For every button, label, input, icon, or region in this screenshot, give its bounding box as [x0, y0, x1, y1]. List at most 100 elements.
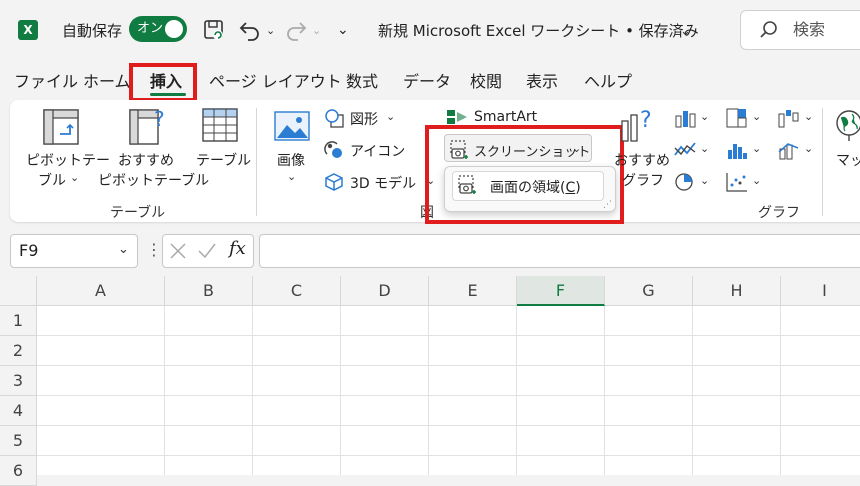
- grid-line: [692, 306, 693, 475]
- image-dropdown-icon[interactable]: ⌄: [287, 170, 296, 183]
- column-header[interactable]: A: [37, 276, 165, 306]
- maps-globe-icon: [834, 108, 860, 142]
- line-chart-icon[interactable]: [674, 140, 696, 160]
- maps-button[interactable]: マッ: [836, 150, 860, 170]
- tab-home[interactable]: ホーム: [83, 68, 131, 92]
- tab-file[interactable]: ファイル: [14, 68, 78, 92]
- hierarchy-chart-dropdown-icon[interactable]: ⌄: [752, 110, 761, 123]
- table-button[interactable]: テーブル: [196, 150, 251, 170]
- scatter-chart-icon[interactable]: [726, 172, 748, 192]
- document-title[interactable]: 新規 Microsoft Excel ワークシート • 保存済み: [378, 20, 699, 41]
- waterfall-chart-icon[interactable]: [778, 108, 800, 128]
- redo-dropdown-icon[interactable]: ⌄: [312, 24, 321, 37]
- enter-check-icon[interactable]: [197, 242, 217, 260]
- row-header[interactable]: 1: [0, 306, 37, 336]
- undo-icon[interactable]: [238, 18, 262, 42]
- shapes-dropdown-icon[interactable]: ⌄: [386, 110, 395, 123]
- tab-formulas[interactable]: 数式: [346, 68, 378, 92]
- column-header-selected[interactable]: F: [517, 276, 605, 306]
- cancel-icon[interactable]: [169, 242, 187, 260]
- grid-line: [37, 395, 860, 396]
- autosave-toggle[interactable]: オン: [129, 16, 187, 42]
- group-separator: [256, 108, 257, 216]
- pivot-dropdown-icon[interactable]: ⌄: [70, 171, 79, 184]
- svg-text:?: ?: [640, 108, 652, 133]
- grid-line: [780, 306, 781, 475]
- column-header[interactable]: B: [165, 276, 253, 306]
- grid-line: [37, 425, 860, 426]
- grid-line: [428, 306, 429, 475]
- smartart-button[interactable]: SmartArt: [474, 109, 537, 125]
- more-options-icon[interactable]: ⋮: [146, 240, 162, 259]
- column-header[interactable]: H: [693, 276, 781, 306]
- smartart-icon: [446, 108, 468, 126]
- recommended-chart-icon: ?: [620, 107, 660, 143]
- scatter-chart-dropdown-icon[interactable]: ⌄: [752, 174, 761, 187]
- column-header[interactable]: E: [429, 276, 517, 306]
- combo-chart-icon[interactable]: [778, 140, 800, 160]
- shapes-button[interactable]: 図形: [350, 109, 378, 129]
- grid-line: [37, 455, 860, 456]
- column-header[interactable]: G: [605, 276, 693, 306]
- title-bar: X 自動保存 オン ⌄ ⌄ ⌄ 新規 Microsoft Excel ワークシー…: [0, 0, 860, 60]
- group-label-charts: グラフ: [758, 205, 800, 221]
- row-header[interactable]: 2: [0, 336, 37, 366]
- recommended-pivot-line1[interactable]: おすすめ: [118, 150, 174, 170]
- icons-button[interactable]: アイコン: [350, 141, 405, 161]
- select-all-corner[interactable]: [0, 276, 37, 306]
- row-header[interactable]: 5: [0, 426, 37, 456]
- image-button[interactable]: 画像: [277, 150, 305, 170]
- statistic-chart-icon[interactable]: [726, 140, 748, 160]
- grid-line: [516, 306, 517, 475]
- column-header[interactable]: I: [781, 276, 860, 306]
- grid-line: [37, 365, 860, 366]
- 3d-model-button[interactable]: 3D モデル: [350, 173, 416, 193]
- grid-line: [37, 335, 860, 336]
- icons-icon: [324, 140, 344, 160]
- pie-chart-dropdown-icon[interactable]: ⌄: [700, 174, 709, 187]
- column-header[interactable]: D: [341, 276, 429, 306]
- recommended-pivot-line2[interactable]: ピボットテーブル: [98, 170, 209, 190]
- tab-review[interactable]: 校閲: [470, 68, 502, 92]
- save-icon[interactable]: [202, 18, 226, 42]
- redo-icon[interactable]: [284, 18, 308, 42]
- column-header[interactable]: C: [253, 276, 341, 306]
- tab-page-layout[interactable]: ページ レイアウト: [209, 68, 342, 92]
- column-chart-icon[interactable]: [674, 108, 696, 128]
- pie-chart-icon[interactable]: [674, 172, 696, 192]
- row-header[interactable]: 4: [0, 396, 37, 426]
- pivot-table-button-line2[interactable]: ブル: [38, 170, 66, 190]
- grid-line: [604, 306, 605, 475]
- title-chevron-down-icon[interactable]: ⌄: [680, 24, 691, 39]
- name-box-chevron-down-icon[interactable]: ⌄: [118, 242, 129, 257]
- row-header[interactable]: 6: [0, 456, 37, 486]
- customize-qat-icon[interactable]: ⌄: [337, 22, 349, 38]
- grid-line: [164, 306, 165, 475]
- tab-help[interactable]: ヘルプ: [584, 68, 632, 92]
- worksheet-grid: A B C D E F G H I 1 2 3 4 5 6: [0, 276, 860, 486]
- line-chart-dropdown-icon[interactable]: ⌄: [700, 142, 709, 155]
- column-chart-dropdown-icon[interactable]: ⌄: [700, 110, 709, 123]
- highlight-screenshot: [425, 125, 624, 224]
- tab-data[interactable]: データ: [403, 68, 451, 92]
- recommended-pivot-icon: ?: [128, 108, 168, 146]
- row-header[interactable]: 3: [0, 366, 37, 396]
- autosave-toggle-label: オン: [137, 21, 164, 36]
- toggle-knob: [165, 20, 183, 38]
- waterfall-chart-dropdown-icon[interactable]: ⌄: [804, 110, 813, 123]
- statistic-chart-dropdown-icon[interactable]: ⌄: [752, 142, 761, 155]
- table-icon: [202, 108, 238, 142]
- insert-function-icon[interactable]: fx: [229, 238, 246, 259]
- undo-dropdown-icon[interactable]: ⌄: [266, 24, 275, 37]
- shapes-icon: [324, 108, 344, 128]
- 3d-model-icon: [324, 172, 344, 192]
- pivot-table-icon: [42, 108, 80, 146]
- hierarchy-chart-icon[interactable]: [726, 108, 748, 128]
- combo-chart-dropdown-icon[interactable]: ⌄: [804, 142, 813, 155]
- recommended-chart-line2[interactable]: グラフ: [622, 170, 664, 190]
- formula-input[interactable]: [259, 234, 860, 268]
- pivot-table-button-line1[interactable]: ピボットテー: [26, 150, 110, 170]
- recommended-chart-line1[interactable]: おすすめ: [614, 150, 670, 170]
- highlight-insert-tab: [129, 63, 197, 102]
- tab-view[interactable]: 表示: [526, 68, 558, 92]
